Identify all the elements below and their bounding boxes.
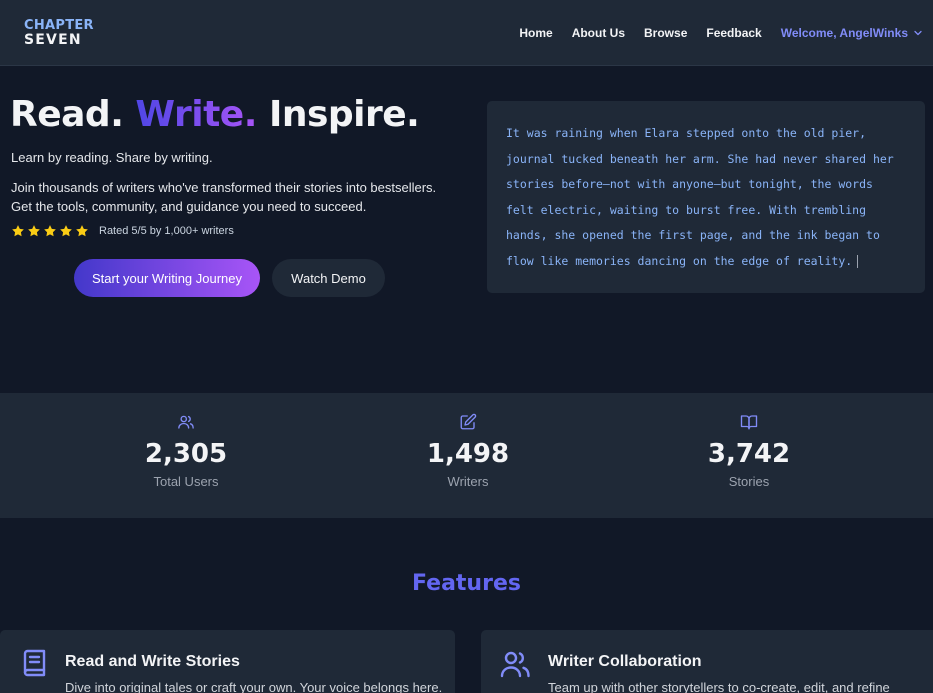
chevron-down-icon — [914, 30, 922, 36]
hero-title-inspire: Inspire. — [268, 94, 420, 135]
rating-stars — [11, 224, 89, 238]
nav-link-about-us[interactable]: About Us — [572, 26, 625, 40]
top-navbar: CHAPTER SEVEN Home About Us Browse Feedb… — [0, 0, 933, 66]
star-icon — [60, 225, 72, 237]
nav-link-feedback[interactable]: Feedback — [706, 26, 761, 40]
star-icon — [44, 225, 56, 237]
feature-card-read-write[interactable]: Read and Write Stories Dive into origina… — [0, 630, 455, 693]
hero-title-write: Write. — [135, 94, 257, 135]
story-preview: It was raining when Elara stepped onto t… — [487, 101, 925, 293]
stat-value: 2,305 — [144, 439, 228, 469]
stat-value: 3,742 — [707, 439, 791, 469]
feature-card-description: Team up with other storytellers to co-cr… — [548, 680, 890, 693]
typing-cursor — [857, 254, 859, 268]
hero-title: Read. Write. Inspire. — [10, 94, 420, 135]
users-icon — [178, 415, 194, 429]
star-icon — [12, 225, 24, 237]
features-heading: Features — [412, 571, 521, 596]
hero-description: Join thousands of writers who've transfo… — [11, 180, 437, 214]
nav-link-home[interactable]: Home — [519, 26, 552, 40]
logo-line-2: SEVEN — [24, 32, 82, 48]
stats-section: 2,305 Total Users 1,498 Writers 3,742 St… — [0, 393, 933, 518]
feature-card-collaboration[interactable]: Writer Collaboration Team up with other … — [481, 630, 933, 693]
edit-icon — [460, 413, 477, 430]
feature-card-title: Writer Collaboration — [548, 653, 702, 670]
rating: Rated 5/5 by 1,000+ writers — [11, 224, 234, 238]
stat-writers: 1,498 Writers — [368, 393, 568, 489]
nav-link-browse[interactable]: Browse — [644, 26, 687, 40]
site-logo[interactable]: CHAPTER SEVEN — [24, 18, 94, 48]
user-menu[interactable]: Welcome, AngelWinks — [781, 26, 923, 40]
rating-text: Rated 5/5 by 1,000+ writers — [99, 225, 234, 237]
stat-label: Writers — [447, 474, 489, 489]
hero-title-read: Read. — [10, 94, 124, 135]
logo-line-1: CHAPTER — [24, 18, 94, 33]
stat-total-users: 2,305 Total Users — [86, 393, 286, 489]
stat-value: 1,498 — [426, 439, 510, 469]
stat-label: Total Users — [153, 474, 219, 489]
start-writing-journey-button[interactable]: Start your Writing Journey — [74, 259, 260, 297]
welcome-text: Welcome, AngelWinks — [780, 26, 908, 40]
feature-card-title: Read and Write Stories — [65, 653, 240, 670]
nav-links: Home About Us Browse Feedback Welcome, A… — [519, 26, 923, 40]
star-icon — [28, 225, 40, 237]
users-icon — [500, 651, 530, 678]
watch-demo-button[interactable]: Watch Demo — [272, 259, 385, 297]
book-icon — [23, 649, 46, 677]
stat-label: Stories — [728, 474, 770, 489]
feature-card-description: Dive into original tales or craft your o… — [65, 680, 443, 693]
book-open-icon — [740, 415, 758, 430]
story-preview-text: It was raining when Elara stepped onto t… — [506, 126, 894, 268]
stat-stories: 3,742 Stories — [649, 393, 849, 489]
hero-tagline: Learn by reading. Share by writing. — [11, 150, 213, 165]
star-icon — [76, 225, 88, 237]
